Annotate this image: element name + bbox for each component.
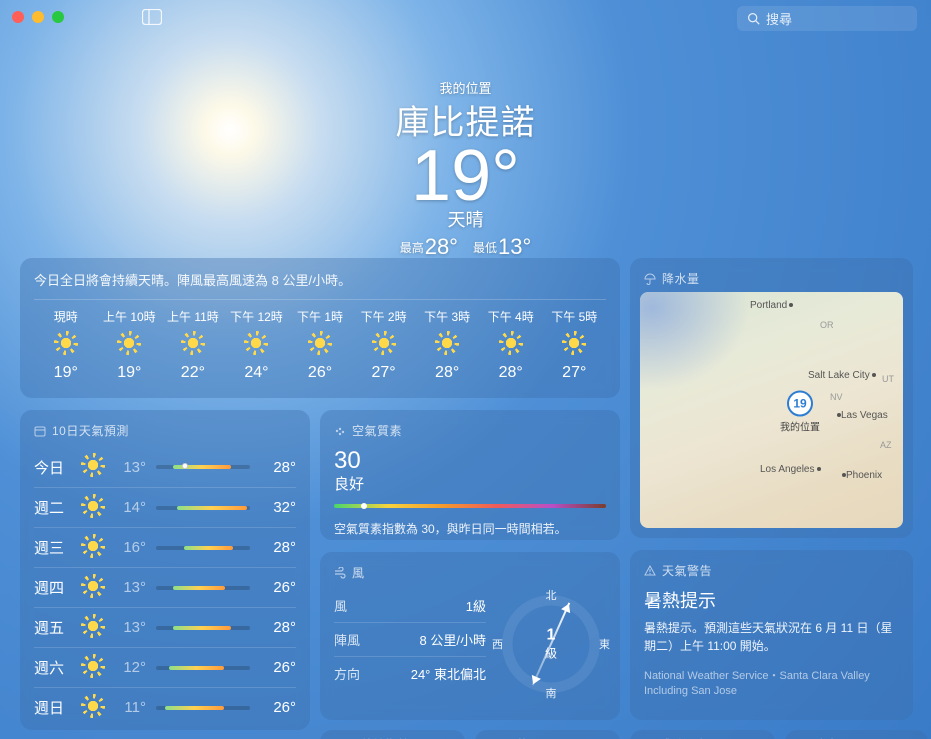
hourly-forecast-panel[interactable]: 今日全日將會持續天晴。陣風最高風速為 8 公里/小時。 現時19°上午 10時1…	[20, 258, 620, 398]
calendar-icon	[34, 425, 46, 437]
wind-row-1: 陣風8 公里/小時	[334, 623, 486, 657]
map-city-portland: Portland	[750, 300, 793, 311]
uv-index-panel[interactable]: 紫外線指數	[320, 730, 465, 739]
alert-source: National Weather Service・Santa Clara Val…	[644, 669, 899, 700]
aq-label: 良好	[334, 473, 606, 494]
tenday-header: 10日天氣預測	[34, 422, 296, 439]
precipitation-panel[interactable]: 降水量	[785, 730, 928, 739]
search-icon	[747, 12, 760, 25]
umbrella-icon	[644, 273, 656, 285]
map-city-lv: Las Vegas	[835, 410, 888, 421]
search-placeholder: 搜尋	[766, 9, 792, 28]
hour-4: 下午 1時26°	[288, 308, 352, 382]
map-city-la: Los Angeles	[760, 464, 821, 475]
sun-icon	[58, 335, 74, 351]
alert-body: 暑熱提示。預測這些天氣狀況在 6 月 11 日（星期二）上午 11:00 開始。	[644, 619, 899, 655]
day-row-2[interactable]: 週三16°28°	[34, 527, 296, 567]
aq-scale	[334, 504, 606, 508]
day-row-5[interactable]: 週六12°26°	[34, 647, 296, 687]
sun-icon	[376, 335, 392, 351]
sun-icon	[85, 698, 101, 714]
current-temperature: 19°	[396, 140, 536, 212]
map-pin-my-location: 19 我的位置	[780, 391, 820, 434]
map-city-slc: Salt Lake City	[808, 370, 876, 381]
sun-icon	[85, 578, 101, 594]
precipitation-map-panel[interactable]: 降水量 Portland Salt Lake City Las Vegas Lo…	[630, 258, 913, 538]
weather-alert-panel[interactable]: 天氣警告 暑熱提示 暑熱提示。預測這些天氣狀況在 6 月 11 日（星期二）上午…	[630, 550, 913, 720]
window-controls	[12, 11, 64, 23]
wind-header: 風	[334, 564, 606, 581]
hour-0: 現時19°	[34, 308, 98, 382]
hour-2: 上午 11時22°	[161, 308, 225, 382]
mini-panels: 紫外線指數 日落 體感溫度 降水量	[320, 730, 928, 739]
sun-icon	[85, 618, 101, 634]
wind-compass: 北 南 東 西 1級	[496, 589, 606, 699]
hour-1: 上午 10時19°	[98, 308, 162, 382]
feels-like-panel[interactable]: 體感溫度	[630, 730, 775, 739]
sun-icon	[85, 498, 101, 514]
wind-row-0: 風1級	[334, 589, 486, 623]
day-row-4[interactable]: 週五13°28°	[34, 607, 296, 647]
map-canvas[interactable]: Portland Salt Lake City Las Vegas Los An…	[640, 292, 903, 528]
sun-icon	[248, 335, 264, 351]
minimize-button[interactable]	[32, 11, 44, 23]
day-row-1[interactable]: 週二14°32°	[34, 487, 296, 527]
sidebar-toggle-button[interactable]	[142, 9, 162, 25]
sun-icon	[85, 658, 101, 674]
sun-icon	[85, 538, 101, 554]
hour-6: 下午 3時28°	[415, 308, 479, 382]
sunset-panel[interactable]: 日落	[475, 730, 620, 739]
hour-8: 下午 5時27°	[543, 308, 607, 382]
sun-icon	[185, 335, 201, 351]
current-weather: 我的位置 庫比提諾 19° 天晴 最高28° 最低13°	[396, 78, 536, 260]
sun-icon	[503, 335, 519, 351]
map-city-phx: Phoenix	[840, 470, 882, 481]
fullscreen-button[interactable]	[52, 11, 64, 23]
wind-panel[interactable]: 風 風1級陣風8 公里/小時方向24° 東北偏北 北 南 東 西 1級	[320, 552, 620, 720]
sun-icon	[439, 335, 455, 351]
day-row-3[interactable]: 週四13°26°	[34, 567, 296, 607]
air-quality-panel[interactable]: 空氣質素 30 良好 空氣質素指數為 30，與昨日同一時間相若。	[320, 410, 620, 540]
map-header: 降水量	[640, 268, 903, 293]
day-row-6[interactable]: 週日11°26°	[34, 687, 296, 727]
aq-header: 空氣質素	[334, 422, 606, 439]
alert-header: 天氣警告	[644, 562, 899, 579]
close-button[interactable]	[12, 11, 24, 23]
sun-icon	[312, 335, 328, 351]
tenday-forecast-panel[interactable]: 10日天氣預測 今日13°28°週二14°32°週三16°28°週四13°26°…	[20, 410, 310, 730]
wind-icon	[334, 567, 346, 579]
sun-icon	[566, 335, 582, 351]
alert-icon	[644, 565, 656, 577]
day-row-0[interactable]: 今日13°28°	[34, 447, 296, 487]
sun-icon	[85, 457, 101, 473]
aq-desc: 空氣質素指數為 30，與昨日同一時間相若。	[334, 520, 606, 537]
hour-3: 下午 12時24°	[225, 308, 289, 382]
aq-value: 30	[334, 447, 606, 475]
search-field[interactable]: 搜尋	[737, 6, 917, 31]
hour-7: 下午 4時28°	[479, 308, 543, 382]
hourly-summary: 今日全日將會持續天晴。陣風最高風速為 8 公里/小時。	[34, 270, 606, 300]
aq-icon	[334, 425, 346, 437]
wind-row-2: 方向24° 東北偏北	[334, 657, 486, 690]
hour-5: 下午 2時27°	[352, 308, 416, 382]
sun-icon	[121, 335, 137, 351]
alert-headline: 暑熱提示	[644, 587, 899, 613]
high-low: 最高28° 最低13°	[396, 234, 536, 260]
